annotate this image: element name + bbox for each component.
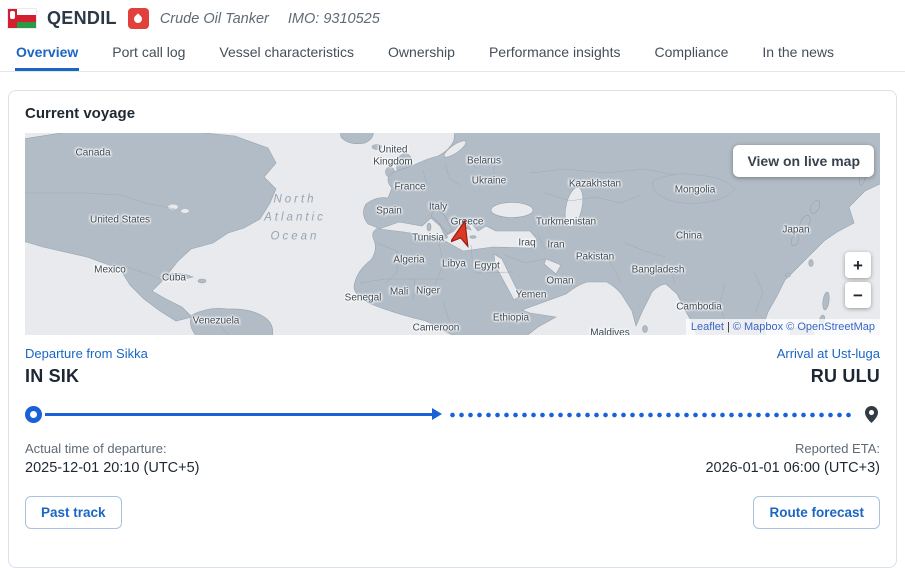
tab-port-call-log[interactable]: Port call log (111, 34, 186, 71)
map-label-senegal: Senegal (345, 292, 382, 304)
map-label-united-states: United States (90, 214, 150, 226)
map-label-ukraine: Ukraine (472, 175, 506, 187)
map-zoom-controls: + − (845, 252, 871, 308)
map-attribution: Leaflet|© Mapbox © OpenStreetMap (686, 319, 880, 335)
map-label-france: France (394, 181, 425, 193)
osm-link[interactable]: © OpenStreetMap (786, 321, 875, 333)
map-label-cambodia: Cambodia (676, 301, 722, 313)
map-label-cameroon: Cameroon (413, 322, 460, 334)
imo-number: IMO: 9310525 (288, 11, 380, 27)
destination-pin-icon (863, 404, 880, 425)
arrival-link[interactable]: Arrival at Ust-luga (777, 346, 880, 361)
map-label-kazakhstan: Kazakhstan (569, 178, 621, 190)
ocean-label: North Atlantic Ocean (264, 190, 326, 245)
remaining-route-dotted-line (448, 412, 855, 418)
map-label-yemen: Yemen (516, 289, 547, 301)
map-label-egypt: Egypt (474, 260, 500, 272)
tab-vessel-characteristics[interactable]: Vessel characteristics (218, 34, 355, 71)
arrival-port-code: RU ULU (811, 366, 880, 387)
map-label-mongolia: Mongolia (675, 184, 716, 196)
map-label-canada: Canada (75, 147, 110, 159)
map-label-mali: Mali (390, 286, 408, 298)
map-label-china: China (676, 230, 702, 242)
vessel-name: QENDIL (47, 8, 117, 29)
zoom-in-button[interactable]: + (845, 252, 871, 278)
zoom-out-button[interactable]: − (845, 282, 871, 308)
map-label-spain: Spain (376, 205, 402, 217)
card-title: Current voyage (25, 105, 880, 122)
departure-point-icon (25, 406, 42, 423)
route-forecast-button[interactable]: Route forecast (753, 496, 880, 529)
vessel-position-marker[interactable] (451, 220, 473, 253)
past-track-button[interactable]: Past track (25, 496, 122, 529)
departure-time-label: Actual time of departure: (25, 441, 167, 456)
attribution-separator: | (727, 321, 730, 333)
departure-link[interactable]: Departure from Sikka (25, 346, 148, 361)
map-label-turkmenistan: Turkmenistan (536, 216, 596, 228)
tab-bar: Overview Port call log Vessel characterist… (0, 34, 905, 72)
map-label-maldives: Maldives (590, 327, 629, 335)
vessel-direction-arrow-icon (432, 408, 442, 420)
map-label-iran: Iran (547, 239, 564, 251)
oman-flag-icon (8, 9, 36, 28)
map-label-venezuela: Venezuela (193, 315, 240, 327)
departure-time-value: 2025-12-01 20:10 (UTC+5) (25, 460, 200, 476)
map-label-ethiopia: Ethiopia (493, 312, 529, 324)
map-label-libya: Libya (442, 258, 466, 270)
tab-ownership[interactable]: Ownership (387, 34, 456, 71)
map-label-pakistan: Pakistan (576, 251, 614, 263)
vessel-header: QENDIL Crude Oil Tanker IMO: 9310525 (0, 0, 905, 34)
voyage-map[interactable]: Canada United States Mexico Cuba Venezuela Un… (25, 133, 880, 335)
departure-port-code: IN SIK (25, 366, 79, 387)
eta-label: Reported ETA: (795, 441, 880, 456)
mapbox-link[interactable]: © Mapbox (733, 321, 783, 333)
tab-compliance[interactable]: Compliance (653, 34, 729, 71)
current-voyage-card: Current voyage (8, 90, 897, 568)
map-label-japan: Japan (782, 224, 809, 236)
crude-oil-tanker-icon (128, 8, 149, 29)
map-label-mexico: Mexico (94, 264, 126, 276)
map-label-belarus: Belarus (467, 155, 501, 167)
voyage-progress-bar (25, 404, 880, 425)
completed-track-line (45, 413, 433, 416)
tab-in-the-news[interactable]: In the news (761, 34, 835, 71)
map-label-cuba: Cuba (162, 272, 186, 284)
vessel-type: Crude Oil Tanker (160, 11, 269, 27)
map-label-italy: Italy (429, 201, 447, 213)
map-label-tunisia: Tunisia (412, 232, 444, 244)
map-label-united-kingdom: United Kingdom (373, 145, 412, 168)
map-label-iraq: Iraq (518, 237, 535, 249)
tab-overview[interactable]: Overview (15, 34, 79, 71)
map-label-niger: Niger (416, 285, 440, 297)
tab-performance-insights[interactable]: Performance insights (488, 34, 622, 71)
map-label-bangladesh: Bangladesh (632, 264, 685, 276)
leaflet-link[interactable]: Leaflet (691, 321, 724, 333)
map-label-algeria: Algeria (393, 254, 424, 266)
view-live-map-button[interactable]: View on live map (733, 145, 874, 177)
map-label-oman: Oman (546, 275, 573, 287)
eta-value: 2026-01-01 06:00 (UTC+3) (705, 460, 880, 476)
